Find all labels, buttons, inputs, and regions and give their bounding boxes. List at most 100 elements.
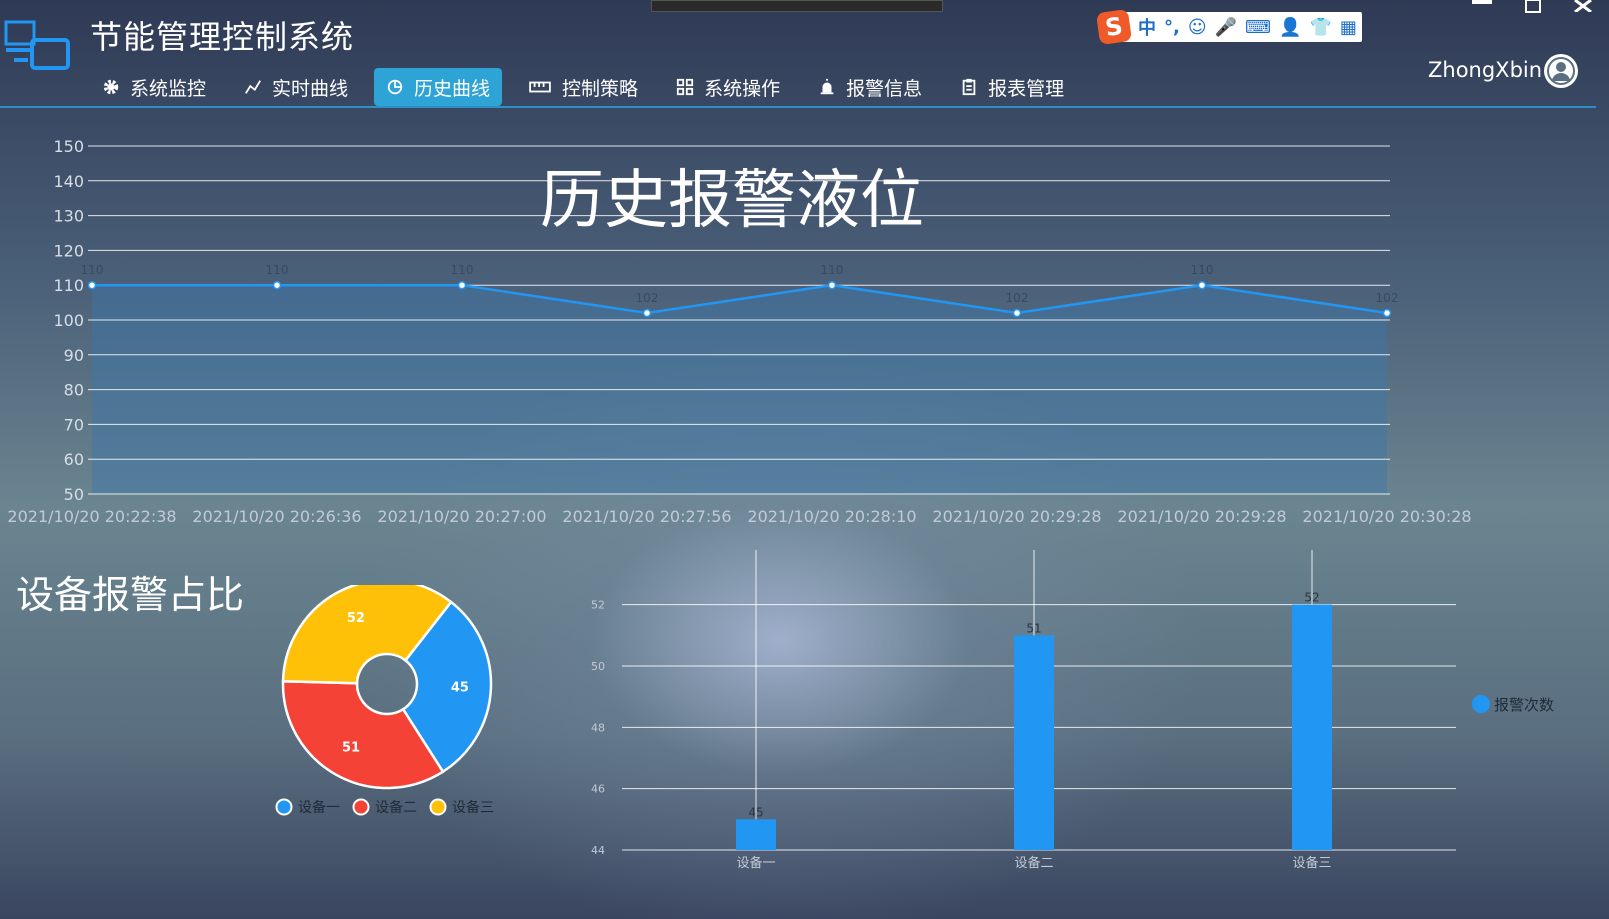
alarm-count-bar-chart: 44 46 48 50 52 45 设备一 51 设备二 52 设备三 报警次数 (591, 550, 1554, 871)
history-point (1197, 280, 1207, 290)
bar-legend-label: 报警次数 (1494, 696, 1554, 714)
bar-x-tick-label: 设备二 (1014, 855, 1053, 871)
history-point (642, 308, 652, 318)
y-tick-label: 50 (64, 485, 84, 504)
alarm-icon (820, 78, 834, 95)
bar-data-label: 45 (748, 805, 763, 819)
ime-user-icon[interactable]: 👤 (1279, 17, 1301, 38)
bar-y-tick-label: 46 (591, 783, 605, 796)
tab-label: 控制策略 (562, 77, 639, 100)
bar-y-tick-label: 52 (591, 599, 605, 612)
history-point (1382, 308, 1392, 318)
pie-chart-icon (387, 79, 403, 95)
pie-section-title: 设备报警占比 (16, 573, 245, 617)
history-point (87, 280, 97, 290)
bar-y-tick-label: 48 (591, 721, 605, 734)
history-data-label: 110 (821, 263, 844, 277)
bar-x-tick-label: 设备三 (1292, 855, 1331, 871)
y-tick-label: 110 (53, 276, 84, 295)
nav-divider (0, 106, 1596, 108)
ime-punct-toggle[interactable]: °, (1164, 17, 1180, 38)
y-tick-label: 70 (64, 415, 84, 434)
tab-control-strategy[interactable]: 控制策略 (516, 68, 650, 106)
ime-mic-icon[interactable]: 🎤 (1215, 17, 1237, 38)
tab-label: 历史曲线 (414, 77, 491, 100)
restore-icon[interactable] (1524, 0, 1544, 14)
history-point (827, 280, 837, 290)
ime-emoji-icon[interactable]: ☺ (1188, 17, 1207, 38)
tab-label: 报警信息 (846, 77, 923, 100)
main-nav: 系统监控 实时曲线 历史曲线 控制策略 系统操作 报警信息 报表管理 (90, 68, 1090, 106)
app-title: 节能管理控制系统 (90, 18, 355, 56)
bar-data-label: 51 (1026, 621, 1041, 635)
tab-report-management[interactable]: 报表管理 (948, 68, 1076, 106)
history-data-label: 102 (1376, 291, 1399, 305)
close-icon[interactable] (1573, 0, 1593, 12)
line-chart-icon (245, 80, 261, 94)
minimize-icon[interactable] (1472, 0, 1492, 8)
tab-system-operation[interactable]: 系统操作 (664, 68, 792, 106)
y-tick-label: 130 (53, 207, 84, 226)
tab-label: 实时曲线 (272, 77, 349, 100)
ime-lang-toggle[interactable]: 中 (1138, 14, 1156, 40)
bar-legend-marker (1472, 695, 1490, 713)
tab-system-monitor[interactable]: 系统监控 (90, 68, 218, 106)
tab-label: 系统操作 (704, 77, 781, 100)
pie-slice-label: 52 (347, 611, 365, 626)
history-point (1012, 308, 1022, 318)
pie-legend-marker (429, 798, 447, 816)
ime-keyboard-icon[interactable]: ⌨ (1245, 17, 1271, 38)
history-data-label: 110 (266, 263, 289, 277)
app-logo-icon (4, 20, 70, 70)
x-tick-label: 2021/10/20 20:22:38 (7, 507, 176, 526)
ime-skin-icon[interactable]: 👕 (1309, 17, 1331, 38)
tab-label: 报表管理 (988, 77, 1065, 100)
x-tick-label: 2021/10/20 20:27:56 (562, 507, 731, 526)
pie-legend-marker (352, 798, 370, 816)
y-tick-label: 100 (53, 311, 84, 330)
tab-alarm-info[interactable]: 报警信息 (806, 68, 934, 106)
pie-legend-label: 设备二 (375, 799, 417, 816)
x-tick-label: 2021/10/20 20:28:10 (747, 507, 916, 526)
x-tick-label: 2021/10/20 20:30:28 (1302, 507, 1471, 526)
y-tick-label: 120 (53, 241, 84, 260)
bar-x-tick-label: 设备一 (736, 855, 775, 871)
username[interactable]: ZhongXbin (1428, 58, 1542, 82)
pie-legend-marker (275, 798, 293, 816)
bar (1014, 635, 1054, 850)
history-chart-title: 历史报警液位 (540, 164, 924, 238)
alarm-share-pie-chart: 45 51 52 设备一 设备二 设备三 (275, 585, 494, 816)
tab-realtime-curve[interactable]: 实时曲线 (232, 68, 360, 106)
history-point (457, 280, 467, 290)
history-data-label: 110 (1191, 263, 1214, 277)
y-tick-label: 60 (64, 450, 84, 469)
avatar-icon[interactable] (1543, 53, 1579, 89)
history-data-label: 102 (636, 291, 659, 305)
pie-legend-label: 设备三 (452, 799, 494, 816)
clipboard-icon (962, 78, 976, 96)
grid-icon (676, 78, 694, 96)
history-data-label: 110 (451, 263, 474, 277)
x-tick-label: 2021/10/20 20:29:28 (932, 507, 1101, 526)
x-tick-label: 2021/10/20 20:26:36 (192, 507, 361, 526)
y-tick-label: 150 (53, 137, 84, 156)
floating-toolbar[interactable] (651, 0, 943, 12)
history-data-label: 110 (81, 263, 104, 277)
y-tick-label: 90 (64, 346, 84, 365)
ime-toolbox-icon[interactable]: ▦ (1340, 17, 1357, 38)
bar-y-tick-label: 44 (591, 844, 605, 857)
x-tick-label: 2021/10/20 20:27:00 (377, 507, 546, 526)
pie-slice-label: 51 (342, 741, 360, 756)
sogou-logo-icon[interactable]: S (1095, 8, 1133, 46)
ime-toolbar[interactable]: S 中 °, ☺ 🎤 ⌨ 👤 👕 ▦ (1095, 8, 1362, 46)
x-tick-label: 2021/10/20 20:29:28 (1117, 507, 1286, 526)
pie-legend-label: 设备一 (298, 799, 340, 816)
history-level-chart: 5060708090100110120130140150110 110 110102… (7, 137, 1471, 526)
bar-data-label: 52 (1304, 591, 1319, 605)
pie-slice-label: 45 (451, 680, 469, 695)
bar (736, 819, 776, 850)
tab-history-curve[interactable]: 历史曲线 (374, 68, 503, 106)
bar (1292, 604, 1332, 850)
bar-y-tick-label: 50 (591, 660, 605, 673)
tab-label: 系统监控 (130, 77, 207, 100)
